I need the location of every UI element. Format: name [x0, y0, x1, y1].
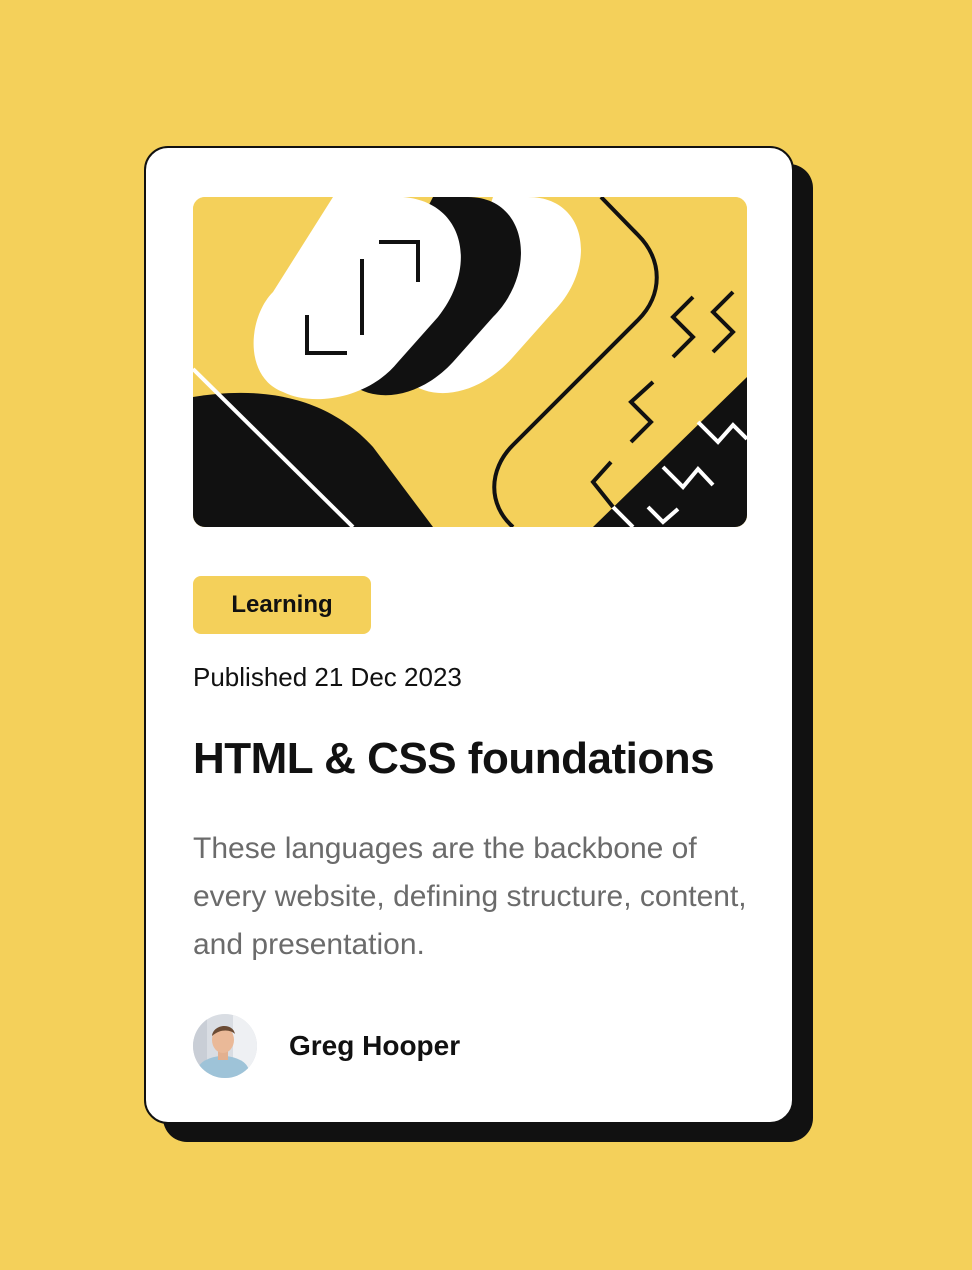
published-date: Published 21 Dec 2023	[193, 662, 462, 692]
author-name[interactable]: Greg Hooper	[289, 1030, 460, 1062]
category-tag[interactable]: Learning	[193, 576, 371, 634]
author-info: Greg Hooper	[193, 1014, 460, 1078]
card-title[interactable]: HTML & CSS foundations	[193, 734, 715, 784]
card-description: These languages are the backbone of ever…	[193, 832, 747, 961]
avatar	[193, 1014, 257, 1078]
abstract-illustration-icon	[193, 197, 747, 527]
blog-preview-card: Learning Published 21 Dec 2023 HTML & CS…	[144, 146, 794, 1124]
hero-illustration	[193, 197, 747, 527]
person-avatar-icon	[193, 1014, 257, 1078]
